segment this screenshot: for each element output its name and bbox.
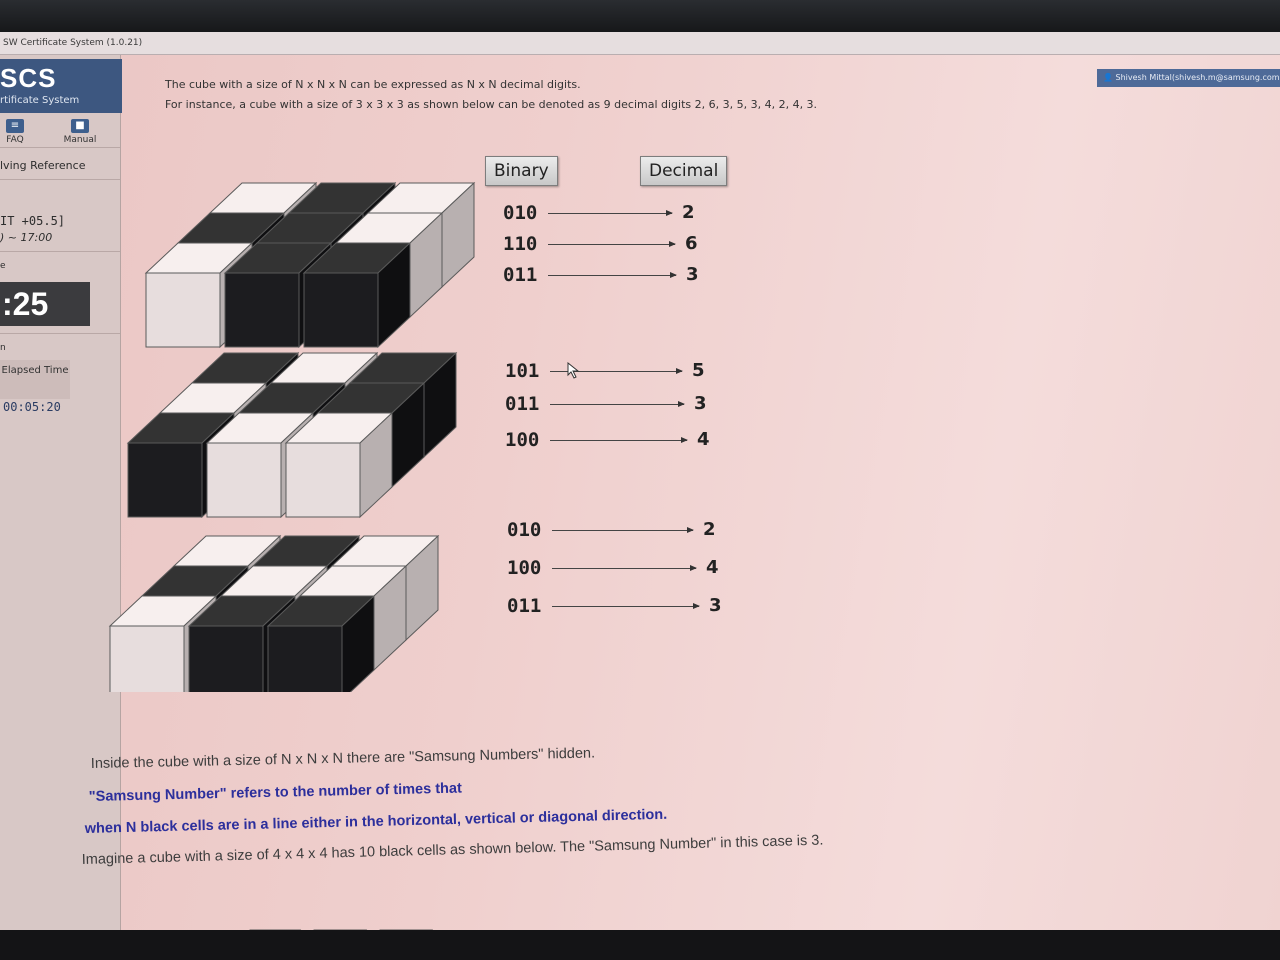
arrow-icon xyxy=(550,401,685,407)
binary-value: 011 xyxy=(505,393,540,415)
binary-value: 011 xyxy=(507,595,542,617)
section-mark: n xyxy=(0,343,6,353)
binary-value: 110 xyxy=(503,233,538,255)
arrow-icon xyxy=(550,437,688,443)
cube-layer xyxy=(144,181,476,349)
intro-line-2: For instance, a cube with a size of 3 x … xyxy=(165,98,818,111)
black-cube xyxy=(302,241,412,349)
arrow-icon xyxy=(548,210,673,216)
app-logo: SCS xyxy=(0,63,57,93)
solving-reference-link[interactable]: lving Reference xyxy=(0,159,85,172)
paragraph-line-3: when N black cells are in a line either … xyxy=(84,806,668,837)
decimal-value: 3 xyxy=(694,393,707,414)
manual-button[interactable]: ■ Manual xyxy=(58,119,102,145)
monitor-bezel-bottom xyxy=(0,930,1280,960)
user-account[interactable]: 👤 Shivesh Mittal(shivesh.m@samsung.com xyxy=(1097,69,1280,87)
binary-value: 010 xyxy=(503,202,538,224)
binary-value: 010 xyxy=(507,519,542,541)
decimal-value: 5 xyxy=(692,360,705,381)
user-email: Shivesh Mittal(shivesh.m@samsung.com xyxy=(1115,73,1280,82)
paragraph-line-4: Imagine a cube with a size of 4 x 4 x 4 … xyxy=(81,832,824,868)
decimal-value: 4 xyxy=(706,557,719,578)
list-icon: ≡ xyxy=(6,119,24,133)
binary-value: 100 xyxy=(507,557,542,579)
cube-layer xyxy=(126,351,458,519)
timezone-label: IT +05.5] xyxy=(0,214,66,228)
remaining-label: e xyxy=(0,261,6,271)
decimal-header: Decimal xyxy=(640,156,728,186)
faq-label: FAQ xyxy=(6,135,24,145)
manual-label: Manual xyxy=(63,135,97,145)
arrow-icon xyxy=(548,272,677,278)
book-icon: ■ xyxy=(71,119,89,133)
binary-value: 100 xyxy=(505,429,540,451)
remaining-timer: :25 xyxy=(0,282,90,326)
intro-line-1: The cube with a size of N x N x N can be… xyxy=(165,78,581,91)
divider xyxy=(0,147,120,148)
decimal-value: 2 xyxy=(682,202,695,223)
faq-button[interactable]: ≡ FAQ xyxy=(2,119,28,145)
binary-header: Binary xyxy=(485,156,558,186)
monitor-bezel-top xyxy=(0,0,1280,34)
cube-illustration xyxy=(108,181,476,692)
elapsed-time-value: 00:05:20 xyxy=(3,400,61,414)
app-logo-subtitle: rtificate System xyxy=(0,95,80,106)
decimal-value: 6 xyxy=(685,233,698,254)
binary-value: 101 xyxy=(505,360,540,382)
elapsed-time-label: Elapsed Time xyxy=(0,360,70,399)
decimal-value: 3 xyxy=(709,595,722,616)
cube-layer xyxy=(108,534,440,692)
arrow-icon xyxy=(552,603,700,609)
decimal-value: 3 xyxy=(686,264,699,285)
screen: SW Certificate System (1.0.21) SCS rtifi… xyxy=(0,32,1280,937)
arrow-icon xyxy=(552,527,694,533)
decimal-value: 2 xyxy=(703,519,716,540)
decimal-value: 4 xyxy=(697,429,710,450)
paragraph-line-1: Inside the cube with a size of N x N x N… xyxy=(90,745,596,772)
window-title: SW Certificate System (1.0.21) xyxy=(0,32,1280,55)
arrow-icon xyxy=(548,241,676,247)
arrow-icon xyxy=(552,565,697,571)
exam-hours: ) ~ 17:00 xyxy=(0,231,53,244)
mouse-cursor-icon xyxy=(567,362,580,379)
paragraph-line-2: "Samsung Number" refers to the number of… xyxy=(88,780,462,805)
white-cube xyxy=(284,411,394,519)
logo-box: SCS rtificate System xyxy=(0,59,122,113)
binary-value: 011 xyxy=(503,264,538,286)
